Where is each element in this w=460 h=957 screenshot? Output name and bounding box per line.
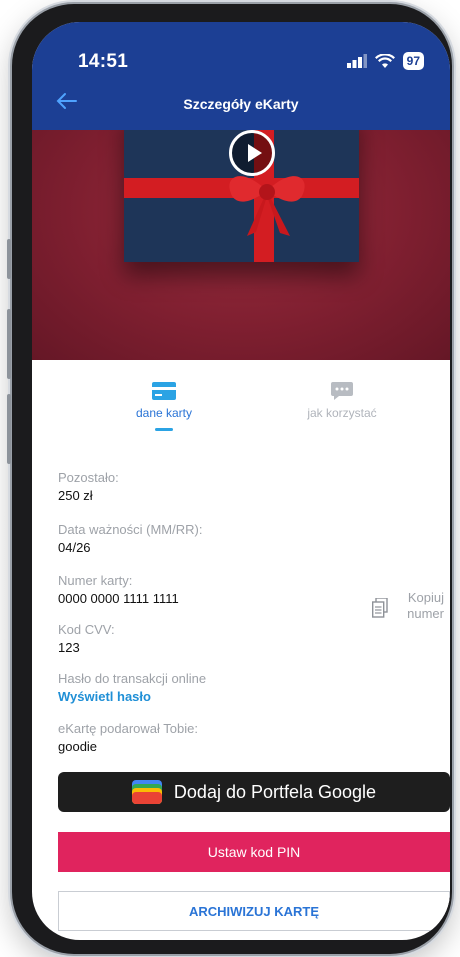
field-value: goodie	[58, 739, 98, 754]
show-password-link[interactable]: Wyświetl hasło	[58, 689, 206, 704]
tab-label: dane karty	[135, 406, 193, 420]
field-value: 04/26	[58, 540, 91, 555]
field-value: 0000 0000 1111 1111	[58, 591, 179, 606]
field-label: Hasło do transakcji online	[58, 671, 207, 686]
signal-icon	[346, 54, 367, 68]
copy-icon	[372, 598, 388, 618]
volume-down-button	[7, 394, 11, 464]
cvv-code: Kod CVV: 123	[58, 622, 115, 655]
app-screen: 14:51 97 Szczegóły eKarty dane karty jak…	[32, 22, 450, 940]
copy-label-line2: numer	[407, 606, 444, 621]
phone-frame: 14:51 97 Szczegóły eKarty dane karty jak…	[7, 4, 452, 954]
google-wallet-icon	[131, 780, 162, 804]
page-title: Szczegóły eKarty	[183, 96, 299, 112]
field-label: Data ważności (MM/RR):	[58, 522, 203, 537]
status-time: 14:51	[78, 51, 129, 72]
expiry-date: Data ważności (MM/RR): 04/26	[58, 522, 202, 555]
mute-switch	[7, 239, 11, 279]
card-giver: eKartę podarował Tobie: goodie	[58, 721, 198, 754]
tab-card-details[interactable]: dane karty	[94, 374, 234, 431]
wifi-icon	[374, 53, 395, 68]
chat-icon	[331, 382, 353, 400]
archive-card-button[interactable]: ARCHIWIZUJ KARTĘ	[58, 891, 450, 931]
play-video-button[interactable]	[229, 130, 275, 176]
field-value: 250 zł	[58, 488, 93, 503]
remaining-balance: Pozostało: 250 zł	[58, 470, 119, 503]
copy-number-button[interactable]: Kopiuj numer	[370, 590, 450, 630]
field-label: Kod CVV:	[58, 622, 115, 637]
field-label: eKartę podarował Tobie:	[58, 721, 198, 736]
copy-label: Kopiuj numer	[407, 590, 444, 622]
card-icon	[152, 382, 176, 400]
copy-label-line1: Kopiuj	[407, 590, 444, 605]
field-label: Numer karty:	[58, 573, 133, 588]
tab-bar: dane karty jak korzystać	[32, 374, 450, 454]
battery-icon: 97	[402, 52, 424, 70]
field-value: 123	[58, 640, 80, 655]
status-icons: 97	[346, 52, 424, 70]
app-header: 14:51 97 Szczegóły eKarty	[32, 22, 450, 130]
google-wallet-label: Dodaj do Portfela Google	[173, 781, 377, 802]
active-tab-indicator	[155, 428, 173, 431]
card-number: Numer karty: 0000 0000 1111 1111	[58, 573, 179, 606]
gift-card-hero-image	[32, 130, 450, 360]
tab-how-to-use[interactable]: jak korzystać	[272, 374, 412, 420]
set-pin-button[interactable]: Ustaw kod PIN	[58, 832, 450, 872]
volume-up-button	[7, 309, 11, 379]
field-label: Pozostało:	[58, 470, 119, 485]
tab-label: jak korzystać	[307, 406, 377, 420]
add-to-google-wallet-button[interactable]: Dodaj do Portfela Google	[58, 772, 450, 812]
online-password: Hasło do transakcji online Wyświetl hasł…	[58, 671, 206, 704]
